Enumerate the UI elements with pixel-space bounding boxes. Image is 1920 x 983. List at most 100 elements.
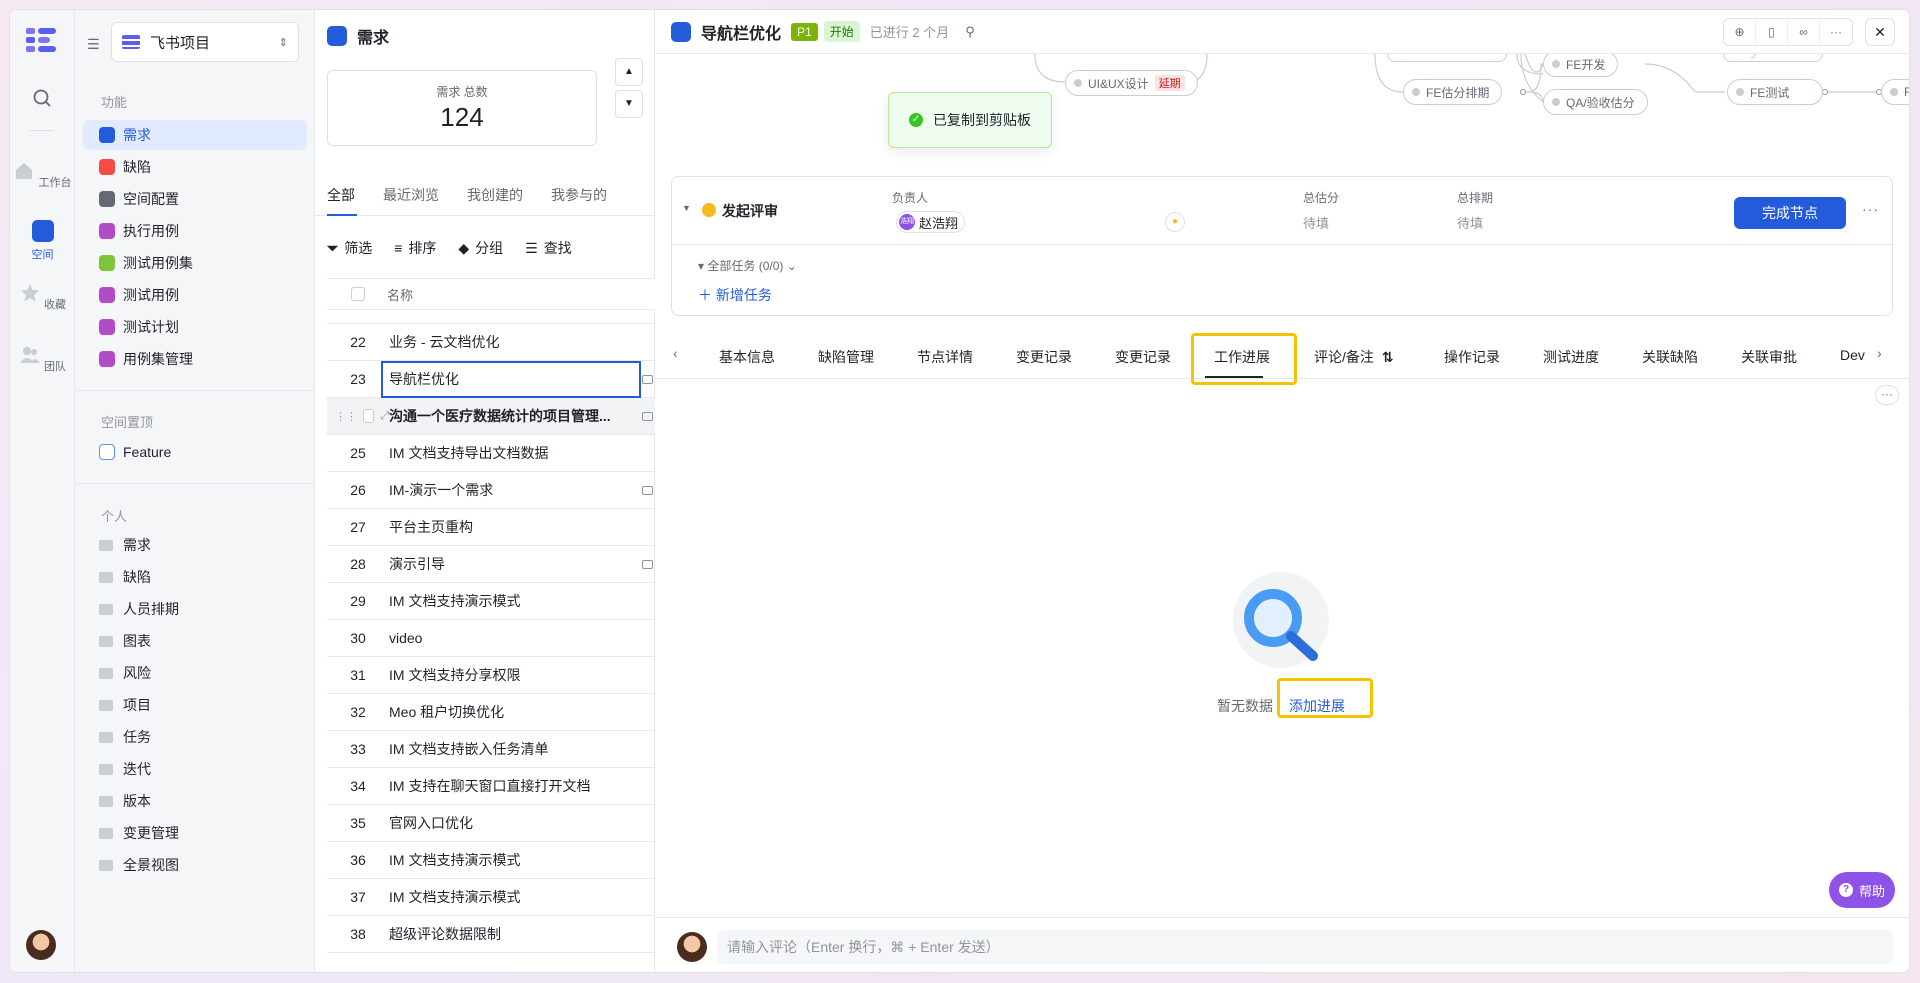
more-icon[interactable]: ··· [1875,385,1899,405]
comment-input[interactable] [717,930,1893,964]
tab-defect-management[interactable]: 缺陷管理 [818,347,874,367]
tab-node-details[interactable]: 节点详情 [917,347,973,367]
rail-item-favorites[interactable]: 收藏 [10,282,75,312]
flow-node-fe-next[interactable]: FE [1881,79,1909,105]
personal-folder-item[interactable]: 项目 [83,690,307,720]
tab-linked-defects[interactable]: 关联缺陷 [1642,347,1698,367]
status-badge[interactable]: 开始 [823,21,860,42]
row-title[interactable]: 官网入口优化 [389,813,619,833]
row-title[interactable]: Meo 租户切换优化 [389,702,619,722]
row-title[interactable]: IM 文档支持嵌入任务清单 [389,739,619,759]
row-title[interactable]: IM 文档支持演示模式 [389,591,619,611]
sidebar-item-case-set-mgmt[interactable]: 用例集管理 [83,344,307,374]
tab-linked-approvals[interactable]: 关联审批 [1741,347,1797,367]
tab-recent[interactable]: 最近浏览 [383,185,439,205]
all-tasks-toggle[interactable]: ▾ 全部任务 (0/0) ⌄ [698,257,797,274]
more-icon[interactable]: ··· [1862,201,1879,217]
personal-folder-item[interactable]: 任务 [83,722,307,752]
sidebar-item-exec-cases[interactable]: 执行用例 [83,216,307,246]
sort-button[interactable]: ≡ 排序 [394,238,436,258]
tab-dev[interactable]: Dev [1840,347,1870,363]
table-row[interactable]: 36 IM 文档支持演示模式 [327,842,655,879]
complete-node-button[interactable]: 完成节点 [1734,197,1846,229]
personal-folder-item[interactable]: 迭代 [83,754,307,784]
flow-node-uiux[interactable]: UI&UX设计 延期 [1065,70,1198,96]
estimate-value[interactable]: 待填 [1303,213,1329,232]
personal-folder-item[interactable]: 版本 [83,786,307,816]
drag-handle-icon[interactable]: ⋮⋮ [335,410,357,423]
link-icon[interactable]: ∞ [1788,19,1820,45]
table-row[interactable]: 31 IM 文档支持分享权限 [327,657,655,694]
flow-node-fe-dev[interactable]: FE开发 [1543,54,1619,77]
add-task-button[interactable]: ＋ 新增任务 [698,285,772,305]
personal-folder-item[interactable]: 变更管理 [83,818,307,848]
table-row[interactable]: 28 演示引导 [327,546,655,583]
tab-participated[interactable]: 我参与的 [551,185,607,205]
row-title[interactable]: 平台主页重构 [389,517,619,537]
detail-title[interactable]: 导航栏优化 [701,20,781,44]
personal-folder-item[interactable]: 人员排期 [83,594,307,624]
table-row[interactable]: 29 IM 文档支持演示模式 [327,583,655,620]
row-title[interactable]: 业务 - 云文档优化 [389,332,619,352]
collapse-sidebar-icon[interactable]: ☰ [87,36,103,52]
caret-down-icon[interactable]: ▼ [682,203,691,213]
table-row[interactable]: 27 平台主页重构 [327,509,655,546]
sidebar-item-requirements[interactable]: 需求 [83,120,307,150]
tab-change-log-2[interactable]: 变更记录 [1115,347,1171,367]
table-row[interactable]: 32 Meo 租户切换优化 [327,694,655,731]
comment-icon[interactable] [642,374,653,384]
row-title[interactable]: IM 文档支持演示模式 [389,887,619,907]
rail-item-workbench[interactable]: 工作台 [10,160,75,190]
scroll-up-button[interactable]: ▲ [615,58,643,86]
row-title[interactable]: 演示引导 [389,554,619,574]
row-title[interactable]: video [389,630,619,646]
tab-all[interactable]: 全部 [327,185,355,205]
tab-basic-info[interactable]: 基本信息 [719,347,775,367]
row-title[interactable]: 导航栏优化 [381,360,641,398]
chevron-right-icon[interactable]: › [1877,345,1882,361]
personal-folder-item[interactable]: 全景视图 [83,850,307,880]
sidebar-item-test-plans[interactable]: 测试计划 [83,312,307,342]
row-title[interactable]: IM 文档支持演示模式 [389,850,619,870]
user-avatar[interactable] [26,930,56,960]
tab-created-by-me[interactable]: 我创建的 [467,185,523,205]
table-row-hover[interactable]: ⋮⋮ ⤢ 沟通一个医疗数据统计的项目管理... [327,398,655,435]
tab-operation-log[interactable]: 操作记录 [1444,347,1500,367]
table-row-selected[interactable]: 23 导航栏优化 [327,360,655,398]
chevron-left-icon[interactable]: ‹ [673,345,678,361]
sidebar-item-feature[interactable]: Feature [83,437,307,467]
table-row[interactable]: 35 官网入口优化 [327,805,655,842]
scroll-down-button[interactable]: ▼ [615,90,643,118]
bookmark-icon[interactable]: ▯ [1756,19,1788,45]
group-button[interactable]: ◆ 分组 [458,238,503,258]
table-row[interactable]: 34 IM 支持在聊天窗口直接打开文档 [327,768,655,805]
select-all-checkbox[interactable] [351,287,365,301]
close-button[interactable]: ✕ [1865,18,1895,46]
table-row[interactable]: 26 IM-演示一个需求 [327,472,655,509]
tab-test-progress[interactable]: 测试进度 [1543,347,1599,367]
help-button[interactable]: ? 帮助 [1829,872,1895,908]
flow-node-qa-estimate[interactable]: QA/验收估分 [1543,89,1648,115]
sidebar-item-defects[interactable]: 缺陷 [83,152,307,182]
more-icon[interactable]: ··· [1820,19,1852,45]
comment-icon[interactable] [642,411,653,421]
row-title[interactable]: IM 文档支持分享权限 [389,665,619,685]
table-row[interactable]: 37 IM 文档支持演示模式 [327,879,655,916]
comment-icon[interactable] [642,559,653,569]
personal-folder-item[interactable]: 风险 [83,658,307,688]
schedule-value[interactable]: 待填 [1457,213,1483,232]
row-title[interactable]: 超级评论数据限制 [389,924,619,944]
row-title[interactable]: 沟通一个医疗数据统计的项目管理... [389,406,619,426]
table-row[interactable]: 22 业务 - 云文档优化 [327,324,655,361]
expand-icon[interactable]: ⤢ [380,410,389,423]
rail-item-space[interactable]: 空间 [10,220,75,262]
search-icon[interactable] [32,88,52,108]
priority-badge[interactable]: P1 [791,22,818,41]
flow-node-fe-test[interactable]: FE测试 [1727,79,1823,105]
table-row[interactable]: 38 超级评论数据限制 [327,916,655,953]
row-title[interactable]: IM-演示一个需求 [389,480,619,500]
row-title[interactable]: IM 支持在聊天窗口直接打开文档 [389,776,619,796]
row-checkbox[interactable] [363,409,375,423]
follow-icon[interactable]: ⊕ [1724,19,1756,45]
personal-folder-item[interactable]: 需求 [83,530,307,560]
